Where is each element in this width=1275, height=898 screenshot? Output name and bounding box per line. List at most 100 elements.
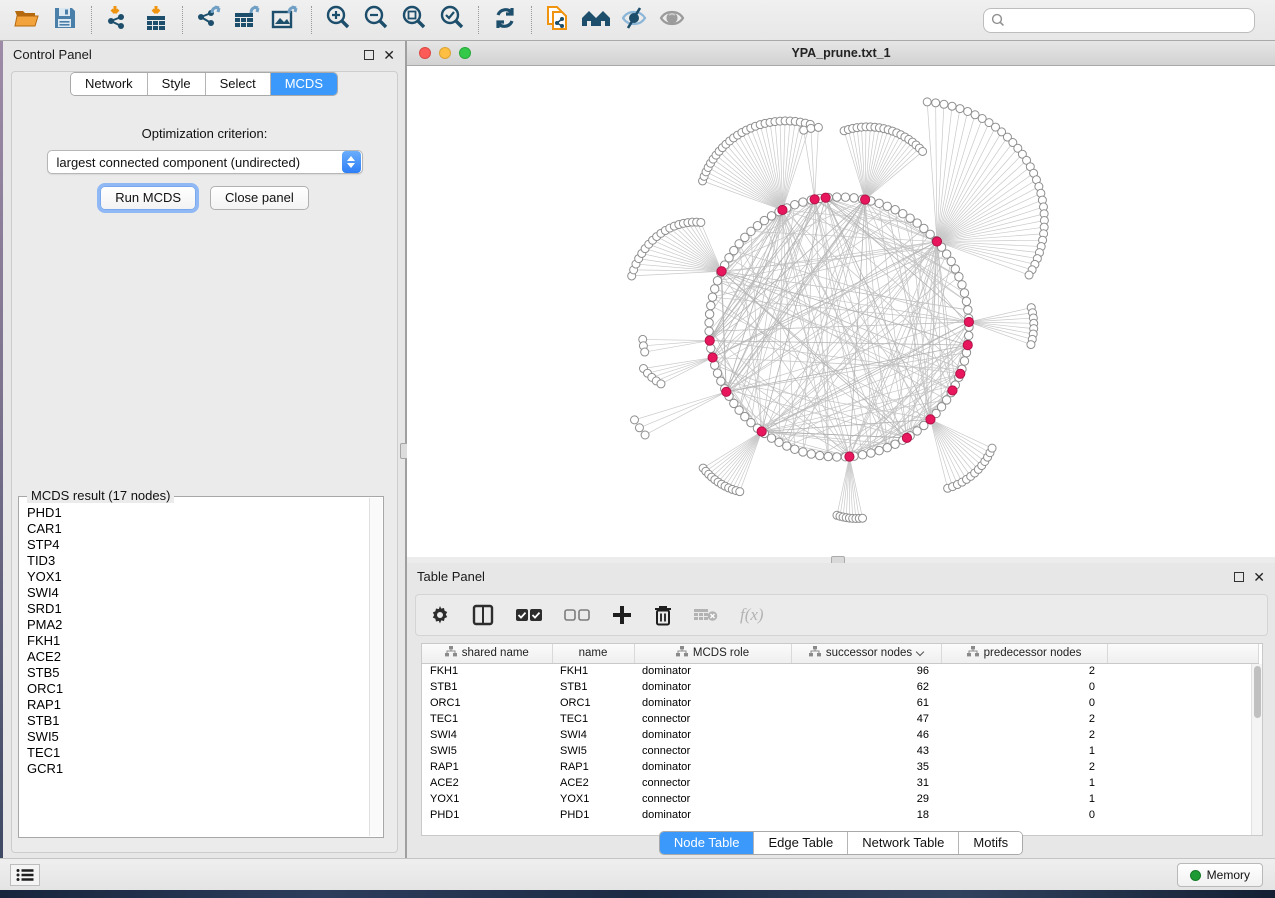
graph-leaf-node[interactable] [964, 107, 972, 115]
graph-leaf-node[interactable] [923, 98, 931, 106]
graph-hub-node[interactable] [948, 386, 957, 395]
graph-node[interactable] [713, 277, 721, 285]
cell-name[interactable]: ORC1 [552, 695, 634, 711]
cell-role[interactable]: dominator [634, 759, 791, 775]
search-input[interactable] [1009, 10, 1239, 30]
graph-node[interactable] [883, 202, 891, 210]
graph-node[interactable] [707, 301, 715, 309]
cell-succ[interactable]: 96 [791, 663, 941, 679]
result-list-scrollbar[interactable] [369, 498, 382, 836]
graph-hub-node[interactable] [778, 205, 787, 214]
first-neighbors-button[interactable] [577, 3, 615, 37]
mcds-result-item[interactable]: RAP1 [27, 697, 369, 713]
graph-node[interactable] [717, 377, 725, 385]
cell-name[interactable]: YOX1 [552, 791, 634, 807]
graph-leaf-node[interactable] [641, 348, 649, 356]
cell-role[interactable]: dominator [634, 695, 791, 711]
graph-node[interactable] [807, 450, 815, 458]
export-image-button[interactable] [266, 3, 304, 37]
cell-role[interactable]: dominator [634, 807, 791, 823]
graph-node[interactable] [705, 327, 713, 335]
graph-leaf-node[interactable] [940, 100, 948, 108]
graph-hub-node[interactable] [821, 193, 830, 202]
delete-table-button[interactable] [694, 607, 718, 623]
cell-succ[interactable]: 31 [791, 775, 941, 791]
table-row[interactable]: ORC1ORC1dominator610 [422, 695, 1258, 711]
cell-shared[interactable]: TEC1 [422, 711, 552, 727]
cell-succ[interactable]: 43 [791, 743, 941, 759]
cell-succ[interactable]: 61 [791, 695, 941, 711]
mcds-result-item[interactable]: TEC1 [27, 745, 369, 761]
delete-column-button[interactable] [654, 605, 672, 626]
graph-hub-node[interactable] [963, 340, 972, 349]
chevron-down-icon[interactable] [916, 648, 924, 656]
table-row[interactable]: RAP1RAP1dominator352 [422, 759, 1258, 775]
search-field[interactable] [983, 8, 1255, 33]
network-canvas[interactable] [407, 66, 1275, 557]
graph-leaf-node[interactable] [1025, 271, 1033, 279]
scrollbar-thumb[interactable] [1254, 666, 1261, 718]
mcds-result-item[interactable]: SRD1 [27, 601, 369, 617]
graph-leaf-node[interactable] [641, 431, 649, 439]
tab-network[interactable]: Network [71, 73, 148, 95]
cell-succ[interactable]: 46 [791, 727, 941, 743]
graph-node[interactable] [875, 446, 883, 454]
cell-role[interactable]: connector [634, 743, 791, 759]
cell-shared[interactable]: SWI4 [422, 727, 552, 743]
graph-hub-node[interactable] [956, 369, 965, 378]
graph-hub-node[interactable] [705, 336, 714, 345]
close-table-panel-icon[interactable]: ✕ [1253, 572, 1265, 582]
mcds-result-item[interactable]: CAR1 [27, 521, 369, 537]
task-history-button[interactable] [10, 864, 40, 886]
select-all-columns-button[interactable] [516, 608, 542, 622]
column-header-shared-name[interactable]: shared name [422, 644, 552, 663]
float-panel-icon[interactable] [364, 50, 374, 60]
graph-node[interactable] [964, 306, 972, 314]
run-mcds-button[interactable]: Run MCDS [100, 186, 196, 210]
unselect-all-columns-button[interactable] [564, 608, 590, 622]
graph-node[interactable] [960, 357, 968, 365]
open-session-button[interactable] [8, 3, 46, 37]
cell-name[interactable]: SWI4 [552, 727, 634, 743]
float-table-panel-icon[interactable] [1234, 572, 1244, 582]
cell-role[interactable]: connector [634, 791, 791, 807]
graph-node[interactable] [775, 438, 783, 446]
graph-leaf-node[interactable] [814, 123, 822, 131]
column-header-name[interactable]: name [552, 644, 634, 663]
mcds-result-item[interactable]: STB1 [27, 713, 369, 729]
show-graphics-details-button[interactable] [653, 3, 691, 37]
cell-succ[interactable]: 29 [791, 791, 941, 807]
graph-leaf-node[interactable] [657, 380, 665, 388]
cell-pred[interactable]: 0 [941, 679, 1107, 695]
graph-node[interactable] [708, 293, 716, 301]
table-row[interactable]: ACE2ACE2connector311 [422, 775, 1258, 791]
cell-name[interactable]: PHD1 [552, 807, 634, 823]
table-row[interactable]: FKH1FKH1dominator962 [422, 663, 1258, 679]
mcds-result-item[interactable]: SWI4 [27, 585, 369, 601]
table-row[interactable]: SWI5SWI5connector431 [422, 743, 1258, 759]
mcds-result-item[interactable]: PMA2 [27, 617, 369, 633]
criterion-dropdown[interactable]: largest connected component (undirected) [47, 150, 363, 174]
tab-mcds[interactable]: MCDS [271, 73, 337, 95]
graph-node[interactable] [951, 265, 959, 273]
graph-node[interactable] [791, 445, 799, 453]
graph-node[interactable] [767, 434, 775, 442]
export-network-button[interactable] [190, 3, 228, 37]
mcds-result-item[interactable]: STB5 [27, 665, 369, 681]
graph-leaf-node[interactable] [859, 514, 867, 522]
column-header-successor-nodes[interactable]: successor nodes [791, 644, 941, 663]
zoom-out-button[interactable] [357, 3, 395, 37]
graph-node[interactable] [799, 448, 807, 456]
close-panel-button[interactable]: Close panel [210, 186, 309, 210]
graph-node[interactable] [965, 331, 973, 339]
cell-name[interactable]: SWI5 [552, 743, 634, 759]
graph-leaf-node[interactable] [800, 126, 808, 134]
create-column-button[interactable] [612, 605, 632, 625]
mcds-result-item[interactable]: ACE2 [27, 649, 369, 665]
graph-node[interactable] [899, 210, 907, 218]
graph-node[interactable] [841, 193, 849, 201]
cell-shared[interactable]: ACE2 [422, 775, 552, 791]
cell-succ[interactable]: 62 [791, 679, 941, 695]
graph-node[interactable] [955, 273, 963, 281]
cell-succ[interactable]: 18 [791, 807, 941, 823]
